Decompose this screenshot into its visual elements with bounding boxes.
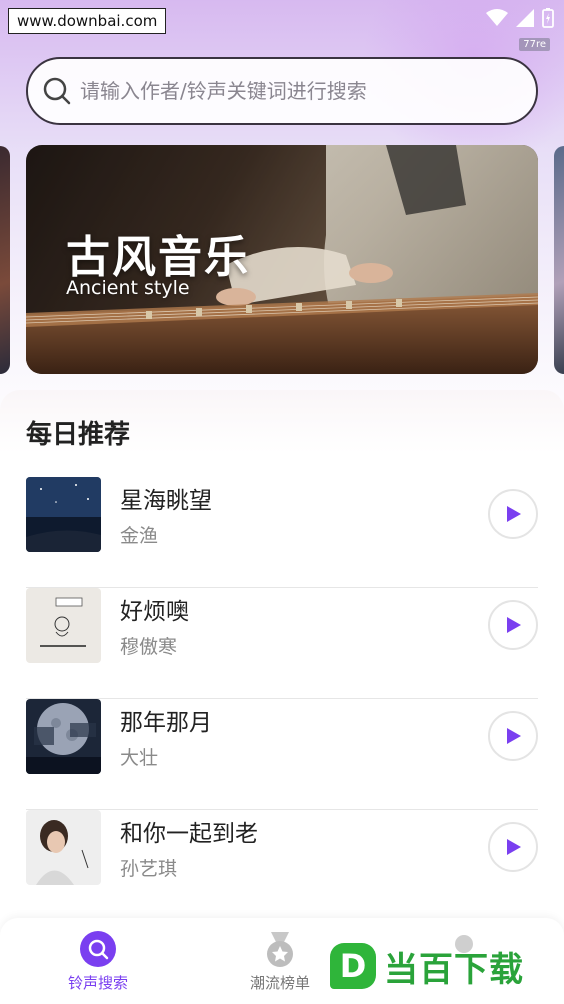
play-icon [507,617,521,633]
nav-tab-ringtone-search[interactable]: 铃声搜索 [38,930,158,993]
search-input[interactable] [80,79,500,103]
carousel-prev-card[interactable] [0,146,10,374]
status-bar [486,8,554,28]
wifi-icon [486,9,508,27]
song-title: 那年那月 [120,710,212,736]
medal-icon [267,932,293,967]
search-icon [42,76,72,106]
banner-title: 古风音乐 [66,232,250,283]
play-icon [507,506,521,522]
carousel-next-card[interactable] [554,146,564,374]
song-cover [26,477,101,552]
play-icon [507,839,521,855]
song-artist: 穆傲寒 [120,636,178,658]
song-row[interactable]: 好烦噢 穆傲寒 [26,588,538,699]
play-button[interactable] [488,711,538,761]
song-title: 星海眺望 [120,488,212,514]
brand-mark: D [330,943,376,989]
section-title: 每日推荐 [26,420,131,450]
search-icon [80,931,116,967]
brand-logo: D 当百下载 [330,940,524,992]
nav-label: 铃声搜索 [67,974,128,992]
network-speed: 77re [519,38,550,51]
song-artist: 大壮 [120,747,159,769]
search-bar[interactable] [26,57,538,125]
brand-name: 当百下载 [384,949,524,990]
signal-icon [516,9,534,27]
play-button[interactable] [488,822,538,872]
nav-tab-trending-charts[interactable]: 潮流榜单 [220,930,340,993]
song-row[interactable]: 那年那月 大壮 [26,699,538,810]
song-title: 和你一起到老 [120,821,258,847]
song-row[interactable]: 星海眺望 金渔 [26,477,538,588]
song-cover [26,810,101,885]
banner-subtitle: Ancient style [66,277,190,299]
nav-label: 潮流榜单 [249,974,310,992]
song-cover [26,699,101,774]
song-row[interactable]: 和你一起到老 孙艺琪 [26,810,538,921]
battery-icon [542,8,554,28]
banner-card[interactable]: 古风音乐 Ancient style [26,145,538,374]
play-button[interactable] [488,600,538,650]
song-artist: 孙艺琪 [120,858,178,880]
song-artist: 金渔 [120,525,159,547]
song-cover [26,588,101,663]
song-title: 好烦噢 [120,599,189,625]
watermark: www.downbai.com [8,8,167,34]
play-icon [507,728,521,744]
play-button[interactable] [488,489,538,539]
